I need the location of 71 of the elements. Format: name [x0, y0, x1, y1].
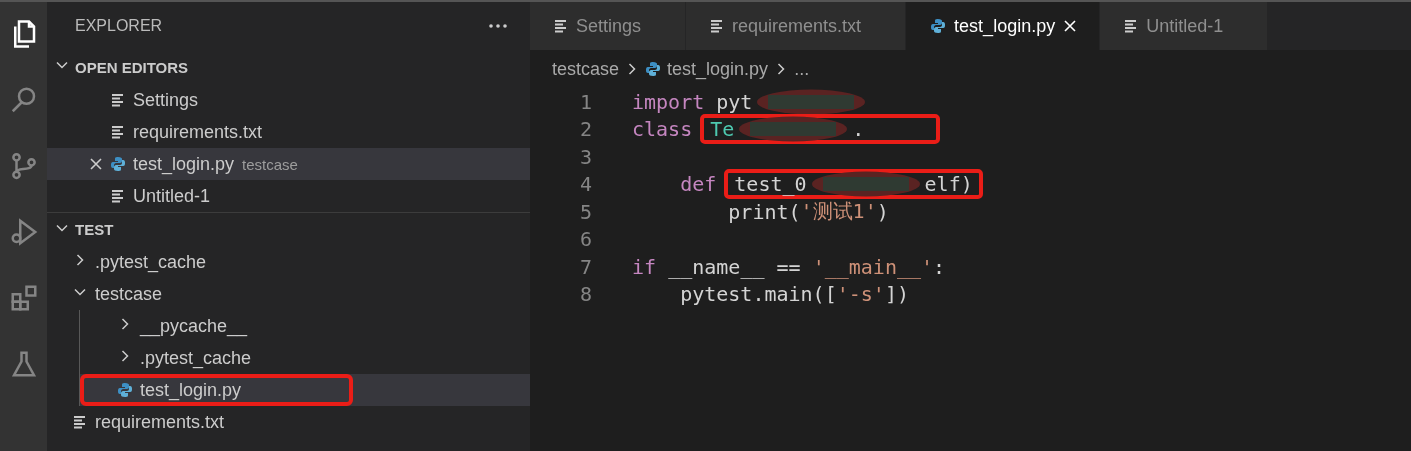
code-token: elf) — [924, 172, 973, 197]
file-name: __pycache__ — [140, 315, 248, 337]
code-token: class — [632, 117, 693, 142]
lines-icon — [111, 189, 125, 203]
file-name: testcase — [95, 283, 163, 305]
section-header[interactable]: TEST — [47, 212, 530, 246]
line-number: 2 — [578, 117, 592, 142]
line-number: 1 — [578, 89, 592, 114]
lines-icon — [111, 125, 125, 139]
file-name: test_login.py — [140, 379, 242, 401]
code-token: : — [933, 254, 946, 279]
file-name: Untitled-1 — [133, 185, 211, 207]
code-token: Te — [710, 117, 735, 142]
lines-icon — [554, 19, 568, 33]
close-icon[interactable] — [1063, 19, 1078, 33]
tree-item[interactable]: requirements.txt — [47, 406, 530, 438]
code-token: '__main__' — [812, 254, 934, 279]
file-name: requirements.txt — [133, 121, 263, 143]
section-header[interactable]: OPEN EDITORS — [47, 50, 530, 84]
code-token: test_0 — [734, 172, 807, 197]
open-editor-item[interactable]: Settings — [47, 84, 530, 116]
code-token: __name__ == — [667, 254, 802, 279]
code-token: print( — [727, 199, 801, 224]
file-name: Settings — [133, 89, 199, 111]
python-icon — [645, 61, 662, 77]
line-number: 4 — [578, 172, 592, 197]
editor-tab[interactable]: Untitled-1 — [1100, 2, 1269, 50]
more-icon[interactable] — [488, 23, 508, 29]
file-name: requirements.txt — [95, 411, 225, 433]
file-name: .pytest_cache — [95, 251, 207, 273]
file-name: .pytest_cache — [140, 347, 252, 369]
code-token: pytest.main([ — [679, 282, 837, 307]
breadcrumb-item[interactable]: testcase — [552, 58, 620, 80]
code-token: import — [632, 89, 705, 114]
editor-tab[interactable]: Settings — [530, 2, 687, 50]
editor-tab[interactable]: test_login.py — [906, 2, 1101, 50]
editor-tab[interactable]: requirements.txt — [686, 2, 907, 50]
code-token: '-s' — [836, 282, 885, 307]
code-token: '测试1' — [800, 198, 877, 226]
lines-icon — [73, 415, 87, 429]
open-editor-item[interactable]: requirements.txt — [47, 116, 530, 148]
line-number: 6 — [578, 227, 592, 252]
lines-icon — [710, 19, 725, 33]
line-number: 5 — [578, 199, 592, 224]
line-number: 3 — [578, 144, 592, 169]
sidebar-title: EXPLORER — [75, 17, 163, 35]
tree-item[interactable]: test_login.py — [80, 374, 530, 406]
tree-item[interactable]: testcase — [47, 278, 530, 310]
lines-icon — [111, 93, 125, 107]
file-folder: testcase — [242, 155, 298, 173]
python-icon — [110, 156, 126, 172]
line-number: 8 — [578, 282, 592, 307]
code-token: if — [632, 254, 657, 279]
open-editor-item[interactable]: Untitled-1 — [47, 180, 530, 212]
python-icon — [117, 382, 133, 398]
breadcrumb-item[interactable]: ... — [794, 58, 810, 80]
code-token: def — [679, 172, 717, 197]
breadcrumb-item[interactable]: test_login.py — [667, 58, 769, 80]
close-icon[interactable] — [89, 157, 103, 171]
file-name: test_login.py — [133, 153, 235, 175]
code-token: . — [852, 117, 865, 142]
open-editor-item[interactable]: test_login.py testcase — [47, 148, 530, 180]
code-token: ) — [876, 199, 889, 224]
tree-item[interactable]: .pytest_cache — [80, 342, 530, 374]
python-icon — [930, 18, 947, 34]
tree-item[interactable]: __pycache__ — [80, 310, 530, 342]
line-number: 7 — [578, 254, 592, 279]
code-token: pyt — [715, 89, 753, 114]
lines-icon — [1124, 19, 1139, 33]
code-token: ]) — [884, 282, 909, 307]
tree-item[interactable]: .pytest_cache — [47, 246, 530, 278]
